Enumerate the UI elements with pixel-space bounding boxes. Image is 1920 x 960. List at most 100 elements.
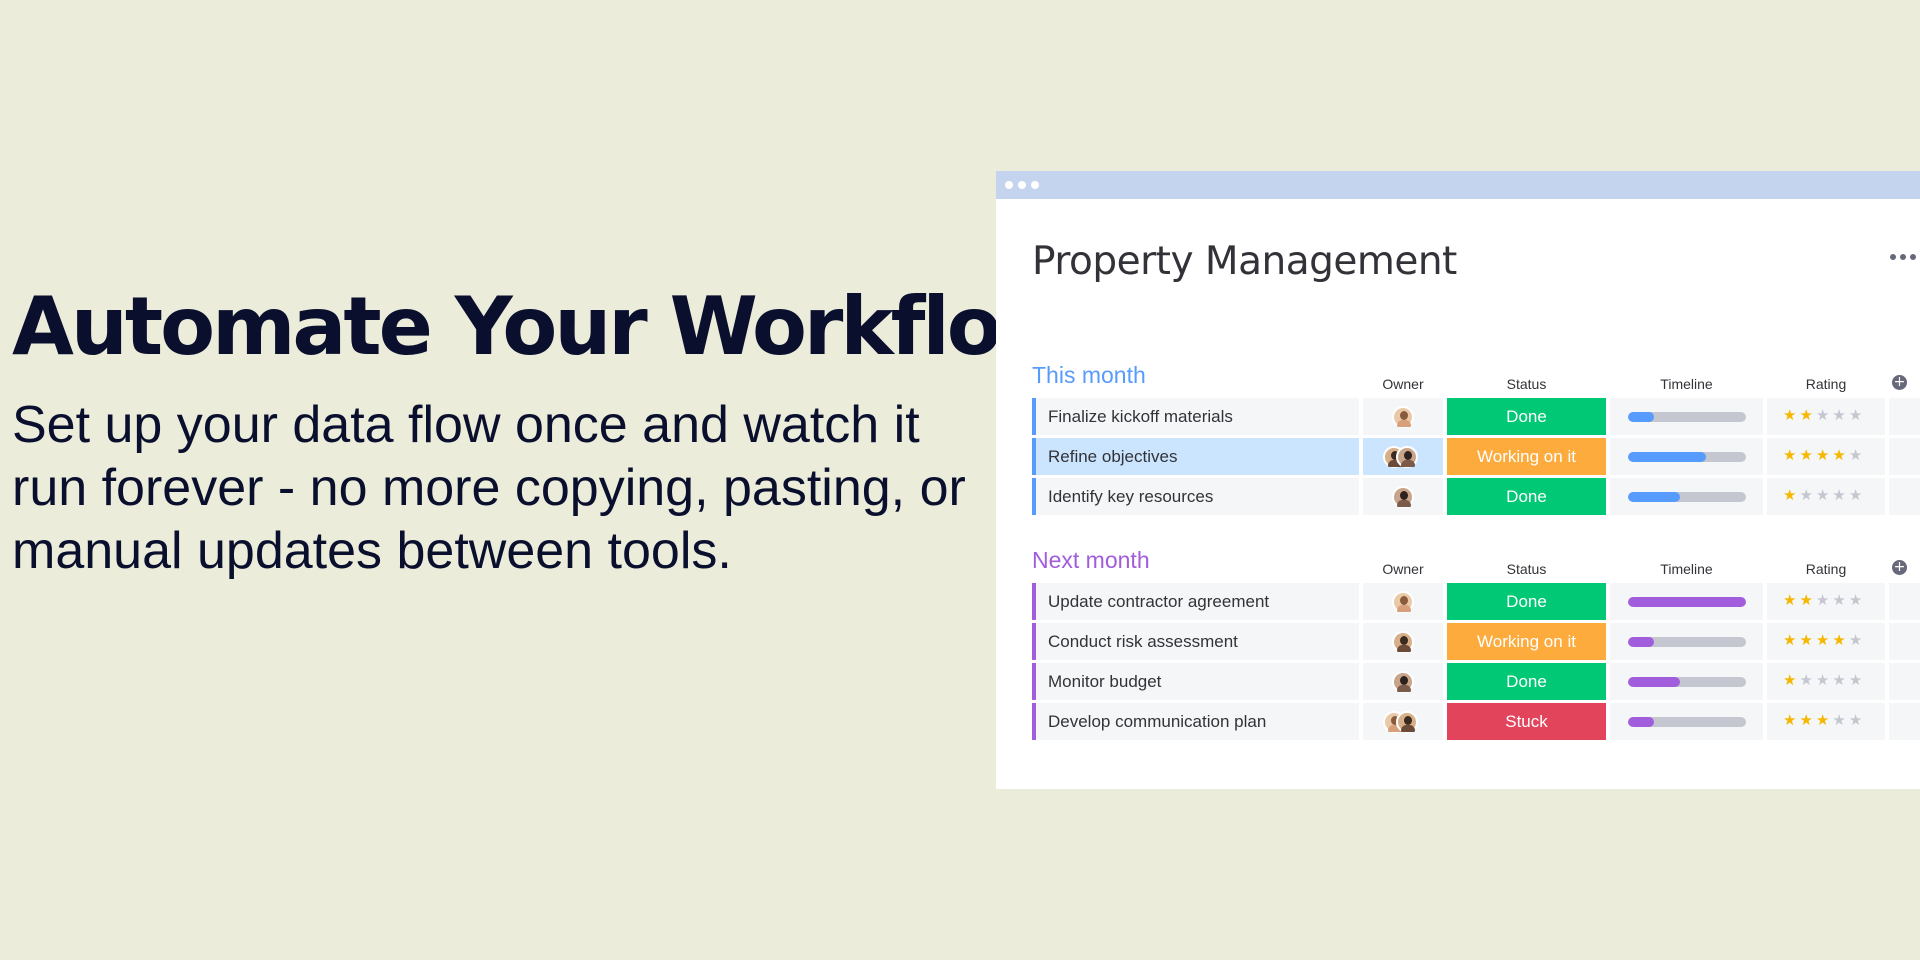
table-row[interactable]: Finalize kickoff materials Done ★★★★★ <box>1032 398 1920 438</box>
timeline-cell[interactable] <box>1610 663 1763 700</box>
star-icon[interactable]: ★ <box>1799 591 1815 609</box>
owner-cell[interactable] <box>1363 438 1443 475</box>
star-icon[interactable]: ★ <box>1816 711 1832 729</box>
star-icon[interactable]: ★ <box>1849 631 1865 649</box>
star-icon[interactable]: ★ <box>1783 631 1799 649</box>
timeline-cell[interactable] <box>1610 398 1763 435</box>
more-horizontal-icon[interactable] <box>1890 251 1920 263</box>
timeline-cell[interactable] <box>1610 623 1763 660</box>
table-row[interactable]: Monitor budget Done ★★★★★ <box>1032 663 1920 703</box>
column-header-status[interactable]: Status <box>1447 376 1606 392</box>
owner-cell[interactable] <box>1363 583 1443 620</box>
star-icon[interactable]: ★ <box>1832 406 1848 424</box>
status-badge[interactable]: Done <box>1447 398 1606 435</box>
owner-cell[interactable] <box>1363 703 1443 740</box>
column-header-owner[interactable]: Owner <box>1363 561 1443 577</box>
star-icon[interactable]: ★ <box>1816 486 1832 504</box>
star-icon[interactable]: ★ <box>1832 446 1848 464</box>
column-header-owner[interactable]: Owner <box>1363 376 1443 392</box>
column-header-timeline[interactable]: Timeline <box>1610 561 1763 577</box>
rating-cell[interactable]: ★★★★★ <box>1767 623 1885 660</box>
column-header-rating[interactable]: Rating <box>1767 561 1885 577</box>
owner-cell[interactable] <box>1363 398 1443 435</box>
avatar[interactable] <box>1396 446 1418 468</box>
item-name-cell[interactable]: Refine objectives <box>1032 438 1359 475</box>
column-header-rating[interactable]: Rating <box>1767 376 1885 392</box>
item-name-cell[interactable]: Identify key resources <box>1032 478 1359 515</box>
star-icon[interactable]: ★ <box>1849 486 1865 504</box>
avatar[interactable] <box>1392 406 1414 428</box>
table-row[interactable]: Develop communication plan Stuck ★★★★★ <box>1032 703 1920 743</box>
rating-cell[interactable]: ★★★★★ <box>1767 438 1885 475</box>
star-icon[interactable]: ★ <box>1799 486 1815 504</box>
table-row[interactable]: Conduct risk assessment Working on it ★★★★… <box>1032 623 1920 663</box>
table-row[interactable]: Refine objectives Working on it ★★★★★ <box>1032 438 1920 478</box>
timeline-cell[interactable] <box>1610 478 1763 515</box>
star-icon[interactable]: ★ <box>1832 591 1848 609</box>
item-name-cell[interactable]: Conduct risk assessment <box>1032 623 1359 660</box>
rating-stars: ★★★★★ <box>1783 671 1865 689</box>
avatar[interactable] <box>1392 591 1414 613</box>
group-title[interactable]: Next month <box>1032 547 1150 574</box>
rating-cell[interactable]: ★★★★★ <box>1767 663 1885 700</box>
star-icon[interactable]: ★ <box>1783 486 1799 504</box>
star-icon[interactable]: ★ <box>1816 446 1832 464</box>
avatar[interactable] <box>1396 711 1418 733</box>
avatar[interactable] <box>1392 631 1414 653</box>
owner-cell[interactable] <box>1363 623 1443 660</box>
status-badge[interactable]: Done <box>1447 478 1606 515</box>
star-icon[interactable]: ★ <box>1799 446 1815 464</box>
star-icon[interactable]: ★ <box>1799 671 1815 689</box>
item-name-cell[interactable]: Monitor budget <box>1032 663 1359 700</box>
avatar[interactable] <box>1392 486 1414 508</box>
rating-cell[interactable]: ★★★★★ <box>1767 583 1885 620</box>
group-title[interactable]: This month <box>1032 362 1146 389</box>
empty-cell <box>1889 703 1920 740</box>
rating-cell[interactable]: ★★★★★ <box>1767 703 1885 740</box>
column-header-status[interactable]: Status <box>1447 561 1606 577</box>
column-header-timeline[interactable]: Timeline <box>1610 376 1763 392</box>
star-icon[interactable]: ★ <box>1849 406 1865 424</box>
status-badge[interactable]: Working on it <box>1447 438 1606 475</box>
star-icon[interactable]: ★ <box>1832 631 1848 649</box>
star-icon[interactable]: ★ <box>1832 486 1848 504</box>
timeline-cell[interactable] <box>1610 583 1763 620</box>
star-icon[interactable]: ★ <box>1816 631 1832 649</box>
item-name-cell[interactable]: Update contractor agreement <box>1032 583 1359 620</box>
star-icon[interactable]: ★ <box>1783 711 1799 729</box>
star-icon[interactable]: ★ <box>1849 711 1865 729</box>
timeline-cell[interactable] <box>1610 703 1763 740</box>
star-icon[interactable]: ★ <box>1816 671 1832 689</box>
star-icon[interactable]: ★ <box>1783 591 1799 609</box>
star-icon[interactable]: ★ <box>1849 591 1865 609</box>
star-icon[interactable]: ★ <box>1832 671 1848 689</box>
table-row[interactable]: Identify key resources Done ★★★★★ <box>1032 478 1920 518</box>
star-icon[interactable]: ★ <box>1799 631 1815 649</box>
star-icon[interactable]: ★ <box>1783 671 1799 689</box>
plus-circle-icon[interactable]: + <box>1892 560 1907 575</box>
status-badge[interactable]: Stuck <box>1447 703 1606 740</box>
avatar[interactable] <box>1392 671 1414 693</box>
status-badge[interactable]: Done <box>1447 583 1606 620</box>
star-icon[interactable]: ★ <box>1816 406 1832 424</box>
timeline-cell[interactable] <box>1610 438 1763 475</box>
owner-cell[interactable] <box>1363 663 1443 700</box>
avatar-body <box>1401 725 1415 732</box>
star-icon[interactable]: ★ <box>1816 591 1832 609</box>
rating-cell[interactable]: ★★★★★ <box>1767 398 1885 435</box>
rating-cell[interactable]: ★★★★★ <box>1767 478 1885 515</box>
star-icon[interactable]: ★ <box>1832 711 1848 729</box>
star-icon[interactable]: ★ <box>1783 406 1799 424</box>
star-icon[interactable]: ★ <box>1799 711 1815 729</box>
star-icon[interactable]: ★ <box>1783 446 1799 464</box>
owner-cell[interactable] <box>1363 478 1443 515</box>
star-icon[interactable]: ★ <box>1849 446 1865 464</box>
table-row[interactable]: Update contractor agreement Done ★★★★★ <box>1032 583 1920 623</box>
star-icon[interactable]: ★ <box>1849 671 1865 689</box>
star-icon[interactable]: ★ <box>1799 406 1815 424</box>
plus-circle-icon[interactable]: + <box>1892 375 1907 390</box>
status-badge[interactable]: Working on it <box>1447 623 1606 660</box>
item-name-cell[interactable]: Develop communication plan <box>1032 703 1359 740</box>
item-name-cell[interactable]: Finalize kickoff materials <box>1032 398 1359 435</box>
status-badge[interactable]: Done <box>1447 663 1606 700</box>
